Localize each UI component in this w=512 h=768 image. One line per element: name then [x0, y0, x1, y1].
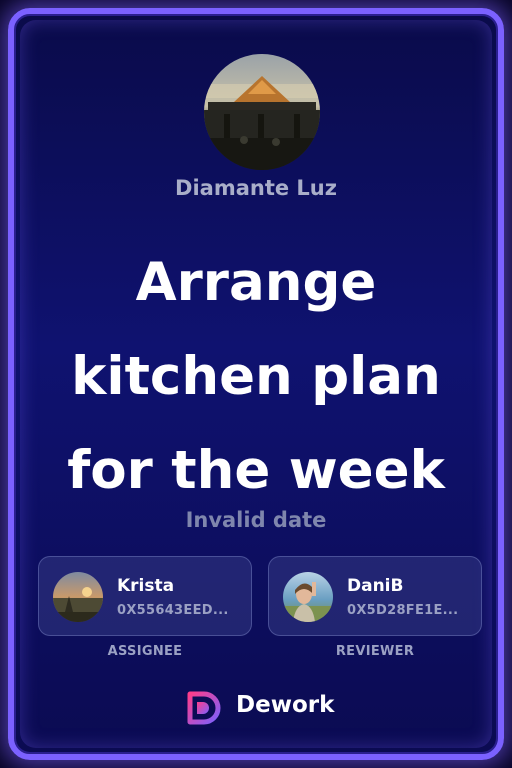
- assignee-card: Krista 0X55643EED...: [38, 556, 252, 636]
- author-name: Diamante Luz: [175, 176, 337, 200]
- reviewer-name: DaniB: [347, 576, 404, 596]
- author-avatar: [204, 54, 320, 170]
- assignee-avatar: [53, 572, 103, 622]
- task-card: Diamante Luz Arrange kitchen plan for th…: [8, 8, 504, 760]
- assignee-name: Krista: [117, 576, 175, 596]
- dework-logo-icon: [184, 688, 224, 728]
- due-date: Invalid date: [185, 508, 327, 532]
- assignee-role-label: ASSIGNEE: [107, 644, 183, 659]
- task-title: Arrange kitchen plan for the week: [67, 252, 445, 501]
- reviewer-avatar: [283, 572, 333, 622]
- reviewer-role-label: REVIEWER: [335, 644, 415, 659]
- reviewer-card: DaniB 0X5D28FE1E...: [268, 556, 482, 636]
- brand-name: Dework: [236, 692, 335, 718]
- assignee-address: 0X55643EED...: [117, 603, 229, 618]
- reviewer-address: 0X5D28FE1E...: [347, 603, 459, 618]
